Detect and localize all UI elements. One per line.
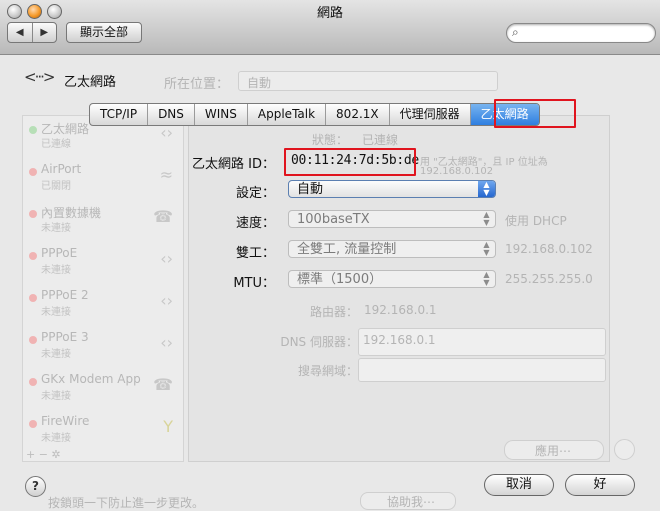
mtu-value: 標準（1500） xyxy=(297,272,383,287)
configure-value: 自動 xyxy=(297,182,324,197)
service-list-controls: + − ✲ xyxy=(26,448,61,461)
service-name: PPPoE 3 xyxy=(41,330,89,344)
service-status: 已連線 xyxy=(41,139,71,150)
config-method: 使用 DHCP xyxy=(505,214,567,228)
status-dot-icon xyxy=(29,126,37,134)
duplex-value: 全雙工, 流量控制 xyxy=(297,242,397,257)
popup-arrows-icon: ▲ ▼ xyxy=(483,240,490,257)
status-dot-icon xyxy=(29,168,37,176)
duplex-label: 雙工： xyxy=(235,246,275,261)
speed-label: 速度： xyxy=(235,216,275,231)
popup-arrows-icon: ▲ ▼ xyxy=(478,181,495,197)
location-popup: 自動 xyxy=(238,71,498,91)
ip-address: 192.168.0.102 xyxy=(505,242,593,256)
search-domains-label: 搜尋網域： xyxy=(297,364,358,378)
ok-button[interactable]: 好 xyxy=(565,474,635,496)
popup-arrows-icon: ▲ ▼ xyxy=(483,210,490,227)
apply-label: 應用⋯ xyxy=(535,444,572,458)
location-label: 所在位置： xyxy=(164,77,230,92)
mtu-popup[interactable]: 標準（1500） ▲ ▼ xyxy=(288,270,496,288)
status-dot-icon xyxy=(29,336,37,344)
phone-icon: ☎ xyxy=(153,375,173,394)
search-domains-field xyxy=(358,358,606,382)
tab-tcpip[interactable]: TCP/IP xyxy=(90,104,149,125)
help-button[interactable]: ? xyxy=(25,476,46,497)
ethernet-id-label: 乙太網路 ID： xyxy=(192,157,275,172)
service-status: 未連接 xyxy=(41,223,71,234)
service-status: 已關閉 xyxy=(41,181,71,192)
dns-value: 192.168.0.1 xyxy=(363,333,436,347)
dns-field: 192.168.0.1 xyxy=(358,328,606,356)
location-value: 自動 xyxy=(247,76,272,90)
configure-popup[interactable]: 自動 ▲ ▼ xyxy=(288,180,496,198)
ethernet-icon: ‹› xyxy=(160,333,173,352)
ethernet-icon: <···> xyxy=(24,68,55,86)
list-item: FireWire 未連接 Y xyxy=(23,410,183,450)
status-dot-icon xyxy=(29,420,37,428)
show-all-button[interactable]: 顯示全部 xyxy=(66,22,142,43)
back-arrow-icon[interactable]: ◀ xyxy=(8,23,33,42)
ethernet-icon: ‹› xyxy=(160,291,173,310)
status-note-ip: 192.168.0.102 xyxy=(420,166,494,177)
nav-back-forward: ◀ ▶ xyxy=(7,22,57,43)
speed-popup[interactable]: 100baseTX ▲ ▼ xyxy=(288,210,496,228)
title-bar: 網路 ◀ ▶ 顯示全部 ⌕ xyxy=(0,0,660,55)
cancel-button[interactable]: 取消 xyxy=(484,474,554,496)
service-name: FireWire xyxy=(41,414,90,428)
configure-label: 設定： xyxy=(235,186,275,201)
tab-8021x[interactable]: 802.1X xyxy=(326,104,390,125)
speed-value: 100baseTX xyxy=(297,212,370,227)
tab-dns[interactable]: DNS xyxy=(148,104,195,125)
dns-label: DNS 伺服器： xyxy=(280,335,358,349)
service-status: 未連接 xyxy=(41,391,71,402)
popup-arrows-icon: ▲ ▼ xyxy=(483,270,490,287)
tab-appletalk[interactable]: AppleTalk xyxy=(248,104,327,125)
highlight-box-id xyxy=(284,148,416,176)
status-value: 已連線 xyxy=(362,133,399,147)
status-label: 狀態： xyxy=(312,133,349,147)
status-dot-icon xyxy=(29,378,37,386)
status-dot-icon xyxy=(29,210,37,218)
duplex-popup[interactable]: 全雙工, 流量控制 ▲ ▼ xyxy=(288,240,496,258)
service-status: 未連接 xyxy=(41,349,71,360)
service-name: PPPoE 2 xyxy=(41,288,89,302)
service-status: 未連接 xyxy=(41,307,71,318)
mtu-label: MTU： xyxy=(233,276,275,291)
help-faint-icon xyxy=(614,439,635,460)
status-dot-icon xyxy=(29,252,37,260)
service-status: 未連接 xyxy=(41,433,71,444)
service-status: 未連接 xyxy=(41,265,71,276)
search-icon: ⌕ xyxy=(512,25,519,39)
list-item: PPPoE 3 未連接 ‹› xyxy=(23,326,183,366)
service-name: AirPort xyxy=(41,162,82,176)
network-name: 乙太網路 xyxy=(64,75,117,90)
tab-wins[interactable]: WINS xyxy=(195,104,248,125)
tab-proxies[interactable]: 代理伺服器 xyxy=(390,104,471,125)
router-label: 路由器： xyxy=(309,305,358,319)
router-value: 192.168.0.1 xyxy=(364,303,437,317)
window-title: 網路 xyxy=(316,6,343,21)
search-input[interactable]: ⌕ xyxy=(506,23,656,43)
service-name: PPPoE xyxy=(41,246,78,260)
lock-note: 按鎖頭一下防止進一步更改。 xyxy=(48,496,205,510)
forward-arrow-icon[interactable]: ▶ xyxy=(33,23,57,42)
tab-bar: TCP/IP DNS WINS AppleTalk 802.1X 代理伺服器 乙… xyxy=(89,103,540,126)
apply-button: 應用⋯ xyxy=(504,440,604,460)
assist-label: 協助我⋯ xyxy=(387,495,436,509)
assist-button: 協助我⋯ xyxy=(360,492,456,510)
list-item: GKx Modem App 未連接 ☎ xyxy=(23,368,183,408)
status-dot-icon xyxy=(29,294,37,302)
subnet-mask: 255.255.255.0 xyxy=(505,272,593,286)
service-name: GKx Modem App xyxy=(41,372,141,386)
highlight-box-tab xyxy=(494,99,576,128)
firewire-icon: Y xyxy=(163,417,173,436)
